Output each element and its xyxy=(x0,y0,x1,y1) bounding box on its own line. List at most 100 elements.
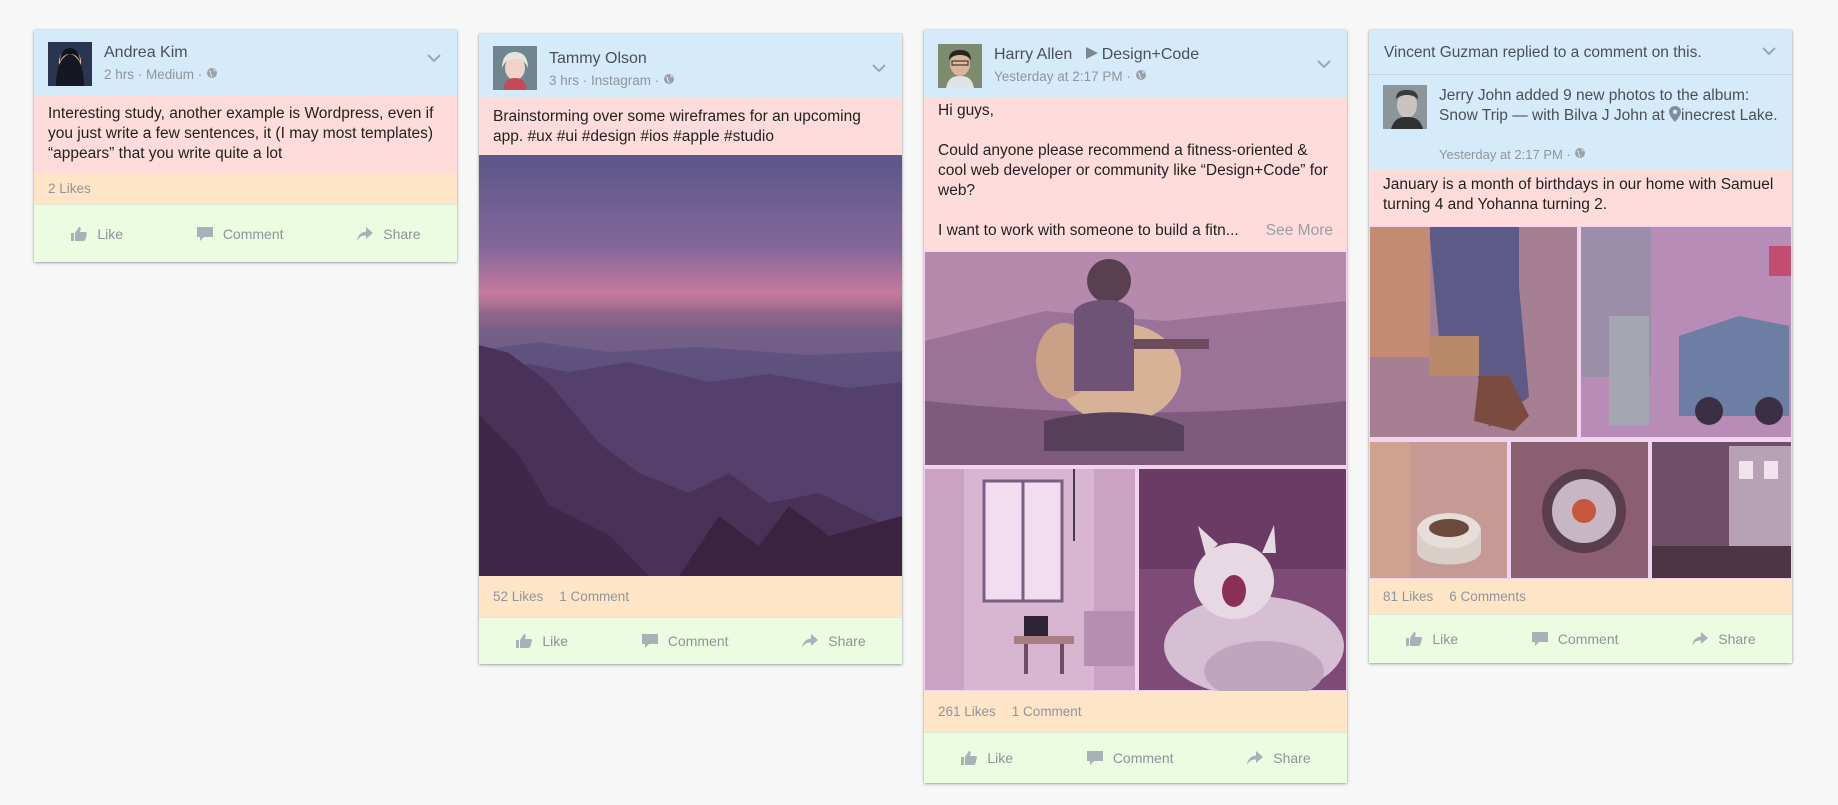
share-icon xyxy=(1246,750,1264,766)
post-text: Interesting study, another example is Wo… xyxy=(34,95,457,173)
author-name[interactable]: Tammy Olson xyxy=(549,50,647,68)
likes-count[interactable]: 261 Likes xyxy=(938,704,996,719)
like-button[interactable]: Like xyxy=(515,633,568,649)
share-button[interactable]: Share xyxy=(356,226,421,242)
thumbs-up-icon xyxy=(70,226,88,242)
post-header: Tammy Olson 3 hrs · Instagram · xyxy=(479,34,902,98)
share-icon xyxy=(356,226,374,242)
comment-button[interactable]: Comment xyxy=(1531,631,1619,647)
share-button[interactable]: Share xyxy=(1691,631,1756,647)
comment-icon xyxy=(196,226,214,242)
reaction-counts: 52 Likes 1 Comment xyxy=(479,576,902,617)
post-meta-text: Yesterday at 2:17 PM · xyxy=(1439,147,1571,162)
likes-count[interactable]: 81 Likes xyxy=(1383,589,1433,604)
chevron-down-icon[interactable] xyxy=(425,52,443,64)
thumbs-up-icon xyxy=(960,750,978,766)
post-meta-text: Yesterday at 2:17 PM · xyxy=(994,69,1131,84)
post-meta-text: 3 hrs · Instagram · xyxy=(549,73,660,88)
avatar-image xyxy=(493,46,537,90)
post-meta-text: 2 hrs · Medium · xyxy=(104,67,203,82)
likes-count[interactable]: 2 Likes xyxy=(48,181,91,196)
photo-cat[interactable] xyxy=(1139,469,1346,691)
post-meta: 3 hrs · Instagram · xyxy=(549,73,675,88)
post-text: Brainstorming over some wireframes for a… xyxy=(479,98,902,155)
globe-icon xyxy=(206,67,218,79)
comment-label: Comment xyxy=(1557,631,1619,647)
share-icon xyxy=(1691,631,1709,647)
share-label: Share xyxy=(1273,750,1311,766)
photo-guitar[interactable] xyxy=(925,252,1346,465)
comment-label: Comment xyxy=(222,225,284,242)
reaction-counts: 261 Likes 1 Comment xyxy=(924,691,1347,732)
like-label: Like xyxy=(97,225,124,242)
page-link[interactable]: Design+Code xyxy=(1102,46,1199,63)
location-pin-icon xyxy=(1669,106,1682,122)
like-button[interactable]: Like xyxy=(960,750,1013,766)
comment-button[interactable]: Comment xyxy=(196,226,284,242)
share-icon xyxy=(801,633,819,649)
likes-count[interactable]: 52 Likes xyxy=(493,589,543,604)
share-button[interactable]: Share xyxy=(1246,750,1311,766)
share-label: Share xyxy=(1718,631,1756,647)
comment-label: Comment xyxy=(667,633,729,649)
comment-button[interactable]: Comment xyxy=(1086,750,1174,766)
comments-count[interactable]: 1 Comment xyxy=(559,589,629,604)
activity-notice[interactable]: Vincent Guzman replied to a comment on t… xyxy=(1384,44,1702,62)
avatar[interactable] xyxy=(493,46,537,90)
photo-room[interactable] xyxy=(925,469,1135,690)
reaction-counts: 2 Likes xyxy=(34,173,457,204)
share-button[interactable]: Share xyxy=(801,633,866,649)
action-bar: Like Comment Share xyxy=(924,732,1347,783)
like-button[interactable]: Like xyxy=(70,226,123,242)
avatar-image xyxy=(48,42,92,86)
avatar[interactable] xyxy=(48,42,92,86)
post-card-tammy: Tammy Olson 3 hrs · Instagram · Brainsto… xyxy=(479,34,902,664)
post-header: Andrea Kim 2 hrs · Medium · xyxy=(34,30,457,95)
photo-tea[interactable] xyxy=(1370,442,1507,578)
post-header: Harry Allen Design+Code Yesterday at 2:1… xyxy=(924,30,1347,98)
post-text: January is a month of birthdays in our h… xyxy=(1369,169,1792,226)
avatar[interactable] xyxy=(938,44,982,88)
author-link[interactable]: Harry Allen xyxy=(994,46,1072,63)
triangle-right-icon xyxy=(1085,47,1098,59)
see-more-link[interactable]: See More xyxy=(1266,221,1333,241)
post-card-harry: Harry Allen Design+Code Yesterday at 2:1… xyxy=(924,30,1347,783)
post-meta: 2 hrs · Medium · xyxy=(104,67,218,82)
notice-header: Vincent Guzman replied to a comment on t… xyxy=(1369,30,1792,75)
chevron-down-icon[interactable] xyxy=(1315,58,1333,70)
chevron-down-icon[interactable] xyxy=(870,62,888,74)
post-text: Hi guys, Could anyone please recommend a… xyxy=(924,98,1347,251)
action-bar: Like Comment Share xyxy=(1369,614,1792,663)
author-name: Harry Allen Design+Code xyxy=(994,46,1199,64)
post-text-line: Hi guys, xyxy=(938,102,994,119)
comment-icon xyxy=(641,633,659,649)
like-button[interactable]: Like xyxy=(1405,631,1458,647)
album-photo-grid xyxy=(1369,226,1792,579)
post-photo-collage xyxy=(924,251,1347,691)
reaction-counts: 81 Likes 6 Comments xyxy=(1369,579,1792,614)
photo-boots[interactable] xyxy=(1370,227,1577,437)
post-header: Jerry John added 9 new photos to the alb… xyxy=(1369,75,1792,169)
comments-count[interactable]: 1 Comment xyxy=(1012,704,1082,719)
photo-street[interactable] xyxy=(1581,227,1791,437)
avatar[interactable] xyxy=(1383,85,1427,129)
post-meta: Yesterday at 2:17 PM · xyxy=(994,69,1147,84)
post-text-line: Could anyone please recommend a fitness-… xyxy=(938,142,1328,199)
globe-icon xyxy=(1135,69,1147,81)
avatar-image xyxy=(1383,85,1427,129)
photo-houses[interactable] xyxy=(1652,442,1791,578)
author-name[interactable]: Andrea Kim xyxy=(104,44,188,62)
place-link[interactable]: inecrest Lake. xyxy=(1681,107,1778,124)
comment-label: Comment xyxy=(1112,750,1174,766)
comment-button[interactable]: Comment xyxy=(641,633,729,649)
post-text-truncated: I want to work with someone to build a f… xyxy=(938,221,1333,241)
like-label: Like xyxy=(987,750,1014,766)
action-bar: Like Comment Share xyxy=(34,204,457,262)
globe-icon xyxy=(1574,147,1586,159)
chevron-down-icon[interactable] xyxy=(1760,45,1778,57)
action-bar: Like Comment Share xyxy=(479,617,902,664)
post-photo-mountains[interactable] xyxy=(479,155,902,576)
thumbs-up-icon xyxy=(515,633,533,649)
comments-count[interactable]: 6 Comments xyxy=(1449,589,1526,604)
photo-compass[interactable] xyxy=(1511,442,1648,578)
